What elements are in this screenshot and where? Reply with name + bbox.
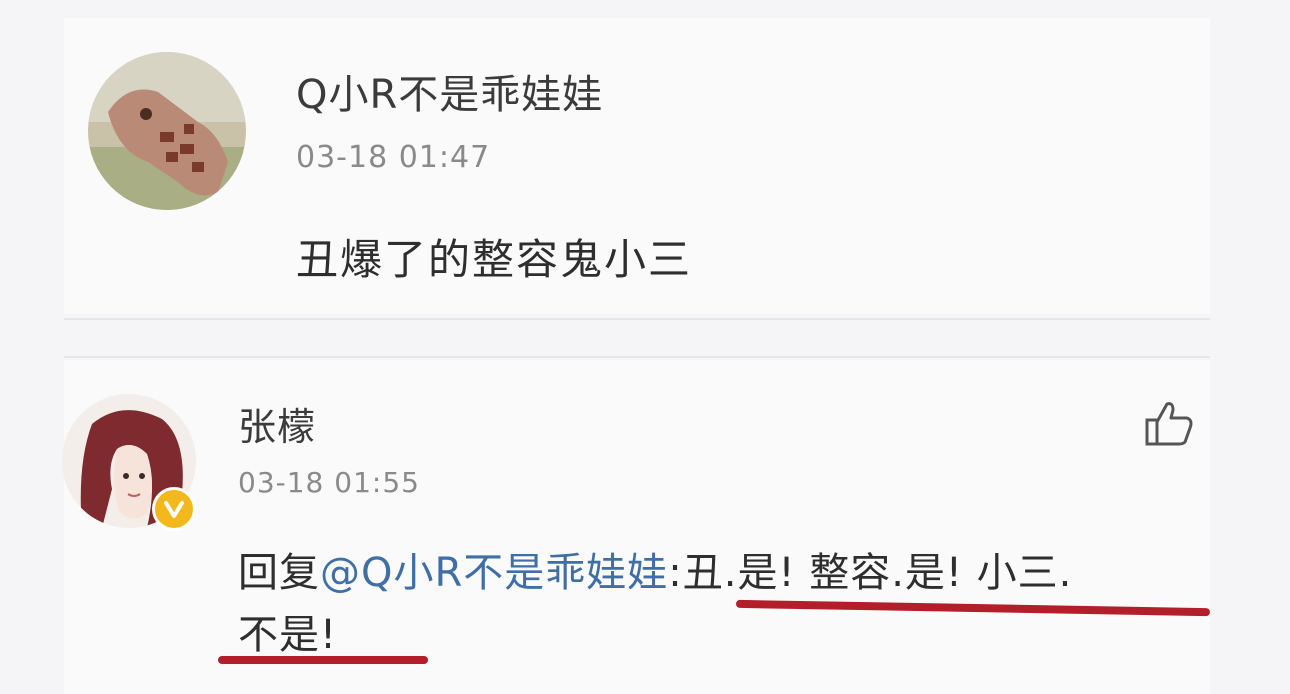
divider <box>64 318 1210 320</box>
reply-prefix: 回复 <box>238 550 320 596</box>
reply-text-continued: 不是! <box>238 612 338 658</box>
comment-username[interactable]: 张檬 <box>238 396 316 451</box>
thumbs-up-icon <box>1145 402 1193 446</box>
reply-body: :丑.是! 整容.是! 小三. <box>668 550 1073 596</box>
divider <box>64 356 1210 358</box>
annotation-underline <box>218 656 428 664</box>
mention-link[interactable]: @Q小R不是乖娃娃 <box>320 550 668 596</box>
comment-username[interactable]: Q小R不是乖娃娃 <box>296 62 603 120</box>
comment-text: 丑爆了的整容鬼小三 <box>296 235 693 284</box>
giraffe-avatar-image <box>88 52 246 210</box>
comment-timestamp: 03-18 01:47 <box>296 140 491 175</box>
comment-thread: Q小R不是乖娃娃 03-18 01:47 丑爆了的整容鬼小三 张檬 03-18 … <box>0 0 1290 694</box>
avatar[interactable] <box>88 52 246 210</box>
reply-text: 回复@Q小R不是乖娃娃:丑.是! 整容.是! 小三. <box>238 540 1072 598</box>
like-button[interactable] <box>1143 398 1195 450</box>
comment-card-2 <box>64 360 1210 694</box>
comment-timestamp: 03-18 01:55 <box>238 466 420 499</box>
verified-badge-icon <box>152 487 196 531</box>
